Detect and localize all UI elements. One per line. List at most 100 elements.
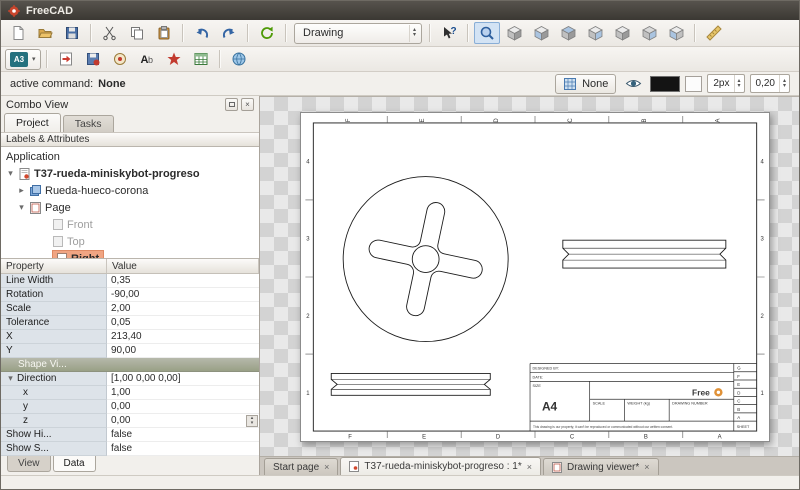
mdi-tab-start-page[interactable]: Start page × xyxy=(264,458,338,475)
insert-view-button[interactable] xyxy=(53,48,79,70)
left-view-button[interactable] xyxy=(663,22,689,44)
tree-item-page[interactable]: ▾ Page xyxy=(1,199,259,216)
property-column-header[interactable]: Property xyxy=(1,259,107,273)
property-row[interactable]: Show S...false xyxy=(1,442,259,456)
row-label: 3 xyxy=(306,237,310,243)
property-row[interactable]: Scale2,00 xyxy=(1,302,259,316)
open-browser-button[interactable] xyxy=(226,48,252,70)
labels-attributes-header: Labels & Attributes xyxy=(1,132,259,147)
property-row[interactable]: Line Width0,35 xyxy=(1,274,259,288)
rev-label: C xyxy=(737,399,740,404)
collapsed-icon[interactable]: ▸ xyxy=(17,185,26,196)
annotation-button[interactable]: Ab xyxy=(134,48,160,70)
redo-button[interactable] xyxy=(216,22,242,44)
designed-by-label: DESIGNED BY: xyxy=(533,366,560,370)
mdi-tab-document[interactable]: T37-rueda-miniskybot-progreso : 1* × xyxy=(340,457,541,475)
cut-scissors-icon xyxy=(102,25,118,41)
paste-button[interactable] xyxy=(151,22,177,44)
fit-all-button[interactable] xyxy=(474,22,500,44)
view-top-label: Top xyxy=(67,236,85,248)
down-arrow-icon: ▾ xyxy=(738,84,741,89)
new-document-button[interactable] xyxy=(5,22,31,44)
value-column-header[interactable]: Value xyxy=(107,259,259,273)
active-command-value: None xyxy=(98,78,126,90)
tab-view-properties[interactable]: View xyxy=(7,456,51,472)
new-document-icon xyxy=(10,25,26,41)
clip-view-button[interactable] xyxy=(107,48,133,70)
tree-item-part[interactable]: ▸ Rueda-hueco-corona xyxy=(1,182,259,199)
property-row[interactable]: Rotation-90,00 xyxy=(1,288,259,302)
close-icon[interactable]: × xyxy=(644,462,649,472)
rear-view-button[interactable] xyxy=(609,22,635,44)
line-color-swatch[interactable] xyxy=(650,76,680,92)
whats-this-button[interactable]: ? xyxy=(436,22,462,44)
autogroup-button[interactable]: None xyxy=(555,74,616,94)
spreadsheet-view-button[interactable] xyxy=(188,48,214,70)
tree-item-right[interactable]: Right xyxy=(1,250,259,258)
float-panel-button[interactable] xyxy=(225,98,238,111)
drawing-viewer-tab-label: Drawing viewer* xyxy=(567,462,639,473)
mdi-tab-drawing-viewer[interactable]: Drawing viewer* × xyxy=(543,458,659,475)
close-icon[interactable]: × xyxy=(527,462,532,472)
top-view-button[interactable] xyxy=(555,22,581,44)
visual-style-button[interactable] xyxy=(621,73,645,95)
close-icon[interactable]: × xyxy=(324,462,329,472)
axonometric-view-button[interactable] xyxy=(501,22,527,44)
property-group-header[interactable]: Shape Vi... xyxy=(1,358,259,372)
line-width-spinner[interactable]: 2px ▴▾ xyxy=(707,74,744,93)
measure-distance-button[interactable] xyxy=(701,22,727,44)
rev-label: A xyxy=(737,415,740,420)
tree-item-application[interactable]: Application xyxy=(1,148,259,165)
col-label: F xyxy=(348,435,352,441)
workbench-selector[interactable]: Drawing ▴▾ xyxy=(294,23,422,44)
tab-project[interactable]: Project xyxy=(4,113,61,132)
text-size-spinner[interactable]: 0,20 ▴▾ xyxy=(750,74,790,93)
freecad-logo-text: Free xyxy=(692,387,710,397)
tree-item-document[interactable]: ▾ T37-rueda-miniskybot-progreso xyxy=(1,165,259,182)
property-row[interactable]: x1,00 xyxy=(1,386,259,400)
tab-data-properties[interactable]: Data xyxy=(53,456,96,472)
save-page-button[interactable] xyxy=(80,48,106,70)
status-bar xyxy=(1,475,799,489)
right-view-cube-icon xyxy=(587,25,604,41)
expanded-icon[interactable]: ▾ xyxy=(6,168,15,179)
toolbar-separator xyxy=(247,24,249,42)
cut-button[interactable] xyxy=(97,22,123,44)
property-row[interactable]: Y90,00 xyxy=(1,344,259,358)
selected-tree-item[interactable]: Right xyxy=(53,251,103,258)
a3-page-icon: A3 xyxy=(10,52,28,67)
close-panel-button[interactable]: × xyxy=(241,98,254,111)
document-icon xyxy=(349,461,359,472)
titlebar[interactable]: FreeCAD xyxy=(1,1,799,20)
row-label: 2 xyxy=(760,314,764,320)
property-row[interactable]: X213,40 xyxy=(1,330,259,344)
symbol-button[interactable] xyxy=(161,48,187,70)
drawing-viewer[interactable]: F E D C B A F E D C B A 4 3 2 xyxy=(260,96,799,456)
bottom-view-button[interactable] xyxy=(636,22,662,44)
right-view-button[interactable] xyxy=(582,22,608,44)
expanded-icon[interactable]: ▾ xyxy=(17,202,26,213)
expanded-icon[interactable]: ▾ xyxy=(6,373,15,384)
copy-button[interactable] xyxy=(124,22,150,44)
undo-button[interactable] xyxy=(189,22,215,44)
save-button[interactable] xyxy=(59,22,85,44)
tree-item-top[interactable]: Top xyxy=(1,233,259,250)
value-spinner[interactable]: ▴▾ xyxy=(246,415,258,427)
part-icon xyxy=(30,185,41,196)
col-label: C xyxy=(570,435,575,441)
face-color-swatch[interactable] xyxy=(685,76,702,92)
disclaimer-text: This drawing is our property; it can't b… xyxy=(533,425,673,429)
property-row[interactable]: Show Hi...false xyxy=(1,428,259,442)
drawing-page-icon xyxy=(552,462,562,473)
property-row-z[interactable]: z 0,00 ▴▾ xyxy=(1,414,259,428)
open-button[interactable] xyxy=(32,22,58,44)
wheel-side-view xyxy=(563,240,726,268)
property-row[interactable]: Tolerance0,05 xyxy=(1,316,259,330)
property-row[interactable]: y0,00 xyxy=(1,400,259,414)
property-row-direction[interactable]: ▾Direction [1,00 0,00 0,00] xyxy=(1,372,259,386)
new-page-button[interactable]: A3 ▾ xyxy=(5,49,41,70)
front-view-button[interactable] xyxy=(528,22,554,44)
refresh-button[interactable] xyxy=(254,22,280,44)
tree-item-front[interactable]: Front xyxy=(1,216,259,233)
tab-tasks[interactable]: Tasks xyxy=(63,115,114,132)
